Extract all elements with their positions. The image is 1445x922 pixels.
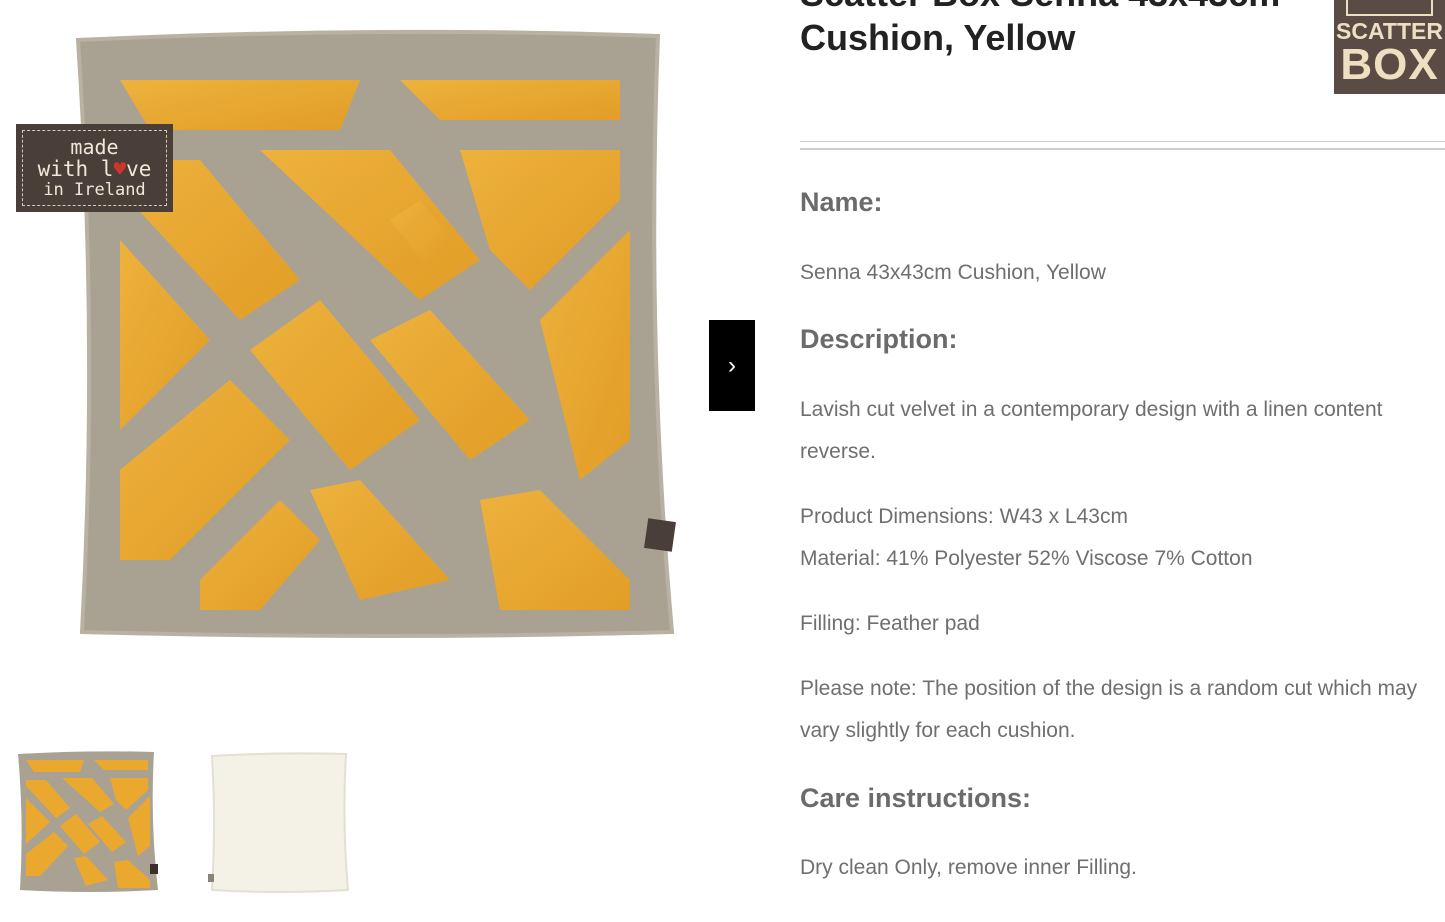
scatter-box-logo: SCATTER BOX [1334,0,1445,94]
note-text: Please note: The position of the design … [800,677,1418,742]
heart-icon: ♥ [113,157,127,181]
badge-line-2-end: ve [126,157,152,181]
product-title: Scatter Box Senna 43x43cm Cushion, Yello… [800,0,1280,58]
name-value: Senna 43x43cm Cushion, Yellow [800,261,1106,284]
chevron-right-icon: › [728,351,736,379]
next-image-button[interactable]: › [709,320,755,411]
description-heading: Description: [800,324,958,354]
dimensions-text: Product Dimensions: W43 x L43cm [800,505,1128,528]
description-text: Lavish cut velvet in a contemporary desi… [800,398,1383,463]
badge-line-3: in Ireland [43,180,146,200]
product-main-image[interactable] [60,20,700,660]
badge-line-2-start: with l [37,157,114,181]
care-text: Dry clean Only, remove inner Filling. [800,856,1137,879]
material-text: Material: 41% Polyester 52% Viscose 7% C… [800,547,1253,570]
logo-line-2: BOX [1340,40,1439,89]
thumbnail-cream-back[interactable] [204,746,352,896]
title-divider [800,141,1445,150]
thumbnail-yellow-front[interactable] [14,746,162,896]
made-in-ireland-badge: made with l♥ve in Ireland [16,124,173,212]
badge-line-1: made [70,135,119,159]
name-heading: Name: [800,187,883,217]
badge-line-2: with l♥ve [38,159,152,180]
care-heading: Care instructions: [800,783,1032,813]
filling-text: Filling: Feather pad [800,612,980,635]
